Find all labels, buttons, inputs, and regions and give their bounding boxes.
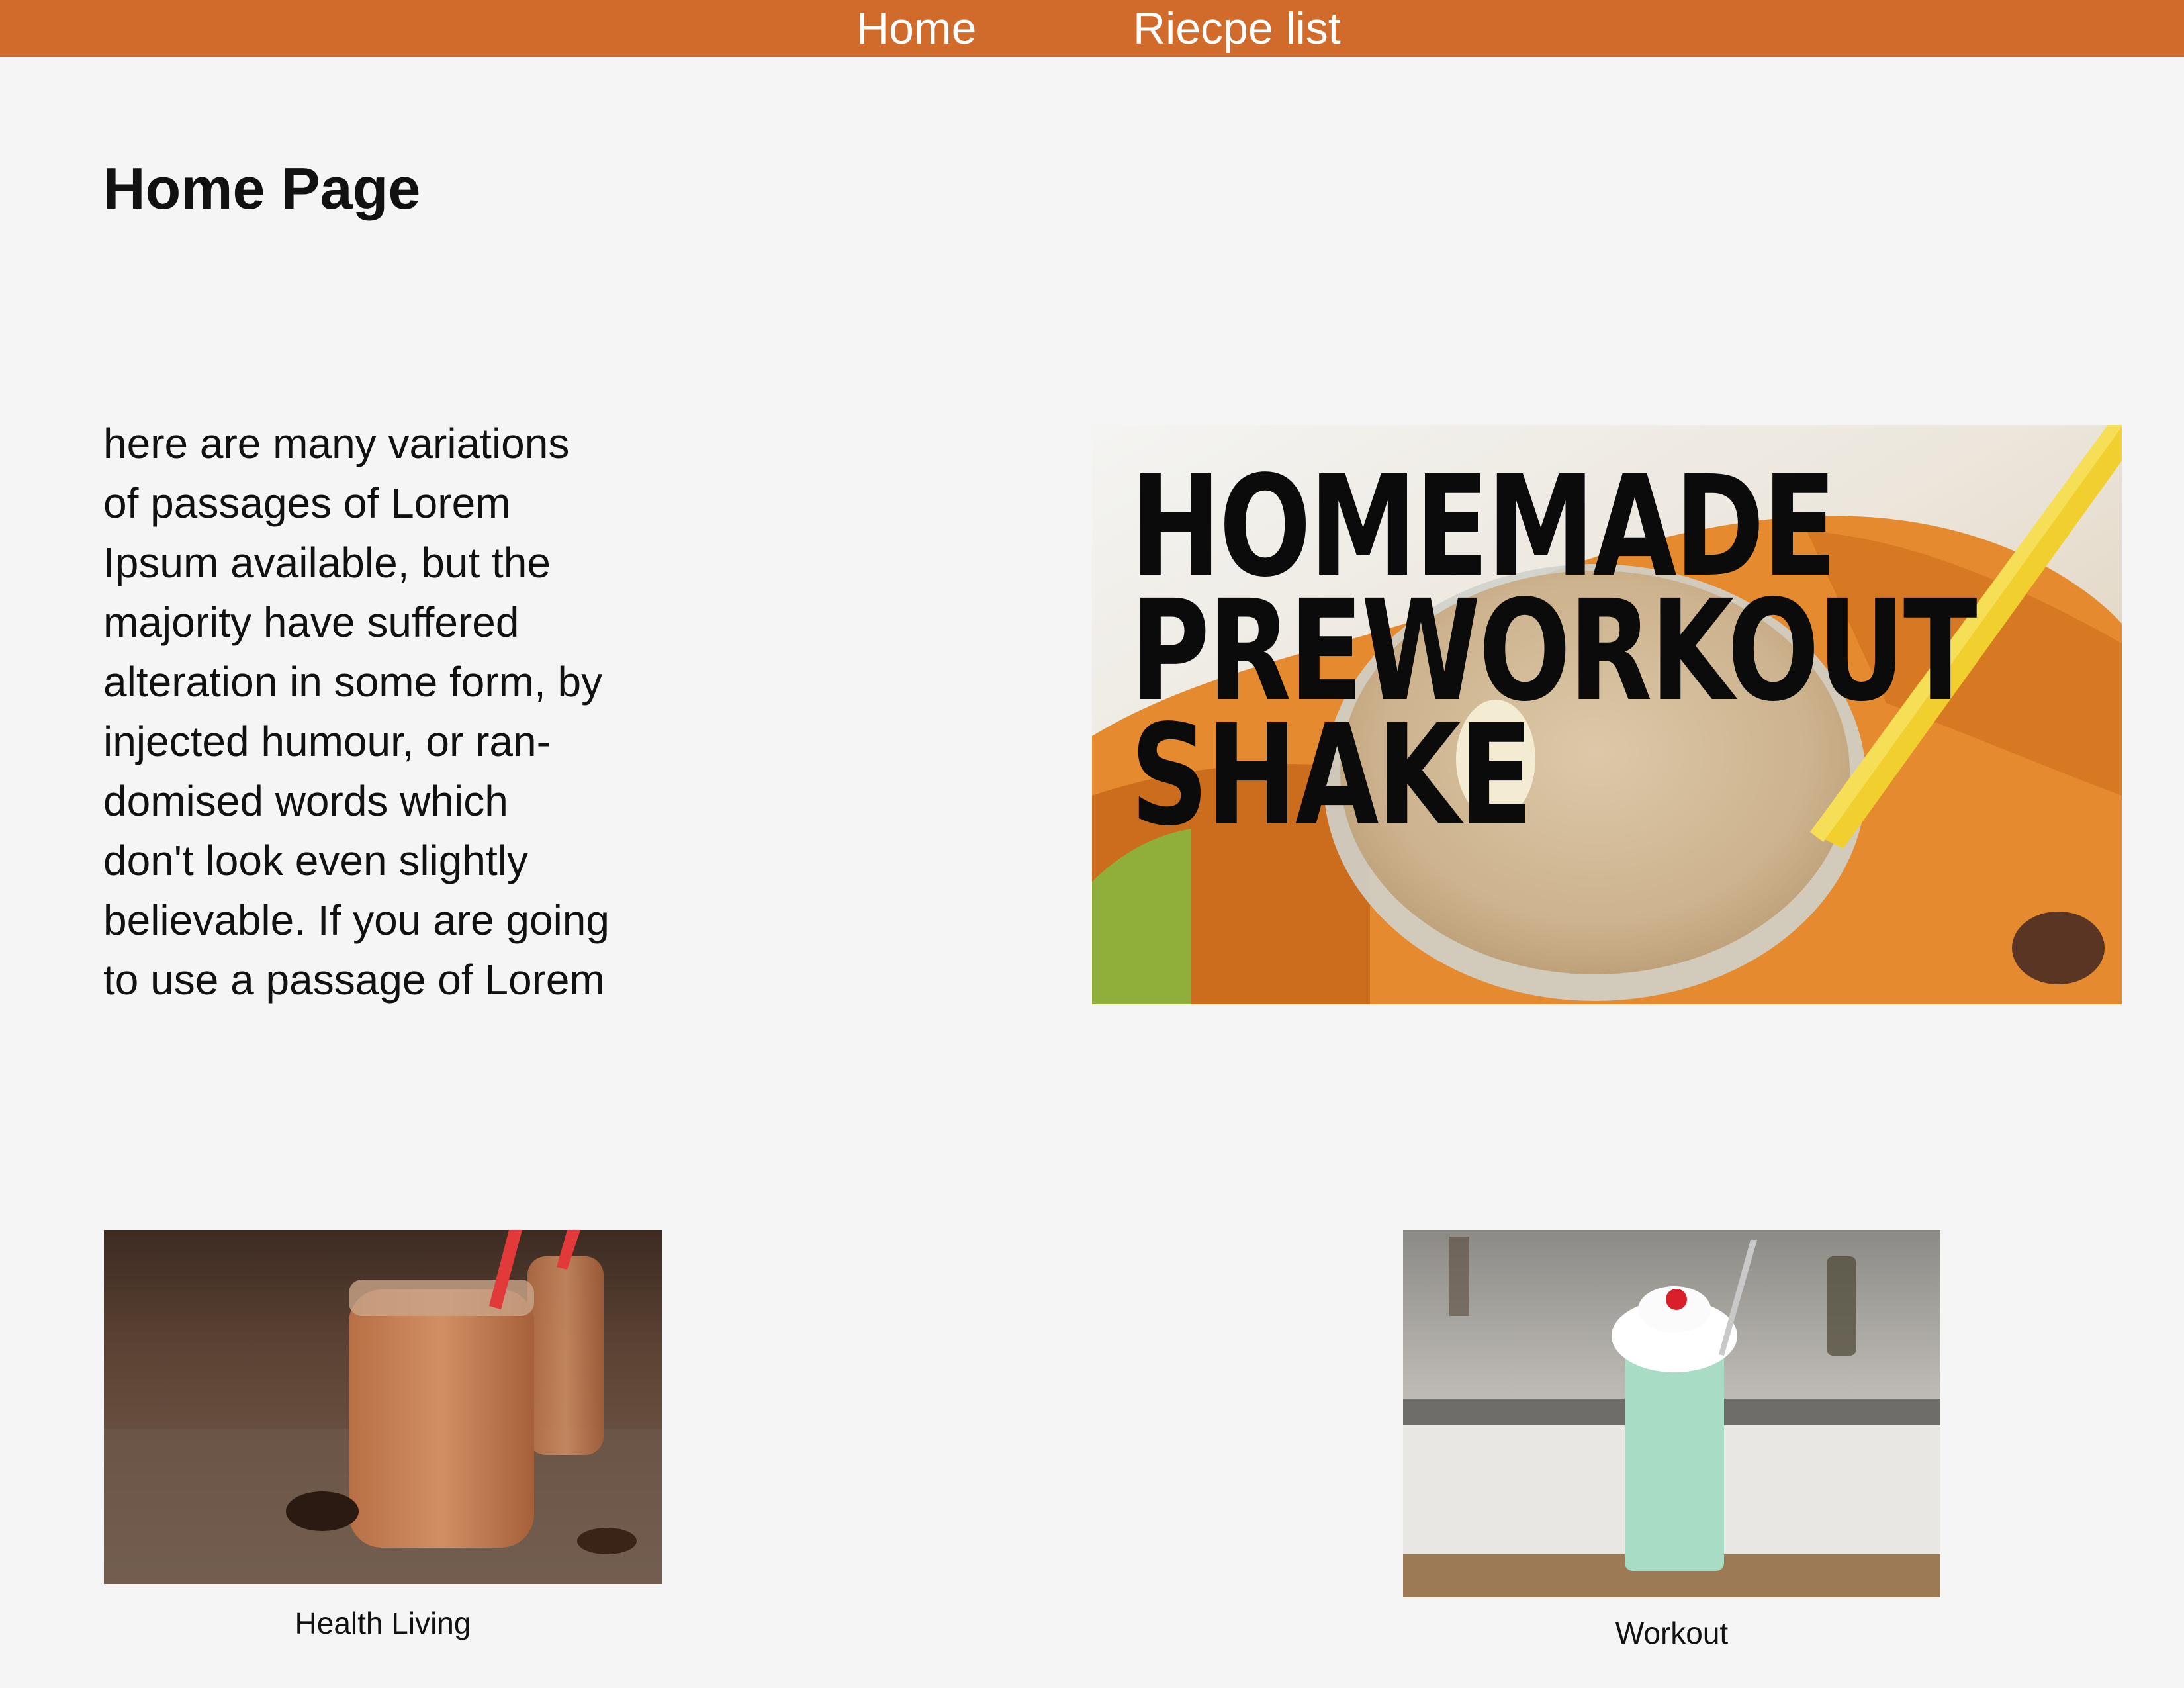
nav-recipe-list-link[interactable]: Riecpe list: [1133, 0, 1341, 57]
intro-line: injected humour, or ran-: [103, 718, 551, 765]
intro-line: don't look even slightly: [103, 837, 528, 884]
workout-image[interactable]: [1403, 1230, 1940, 1597]
hero-line: SHAKE: [1130, 694, 1533, 857]
intro-line: believable. If you are going: [103, 896, 610, 944]
intro-paragraph: here are many variations of passages of …: [103, 414, 672, 1009]
intro-line: domised words which: [103, 777, 508, 825]
health-living-image[interactable]: [104, 1230, 662, 1584]
workout-caption: Workout: [1615, 1616, 1729, 1650]
intro-line: here are many variations: [103, 420, 570, 467]
intro-line: alteration in some form, by: [103, 658, 603, 706]
top-nav-bar: Home Riecpe list: [0, 0, 2184, 57]
intro-line: Ipsum available, but the: [103, 539, 551, 586]
page-title: Home Page: [103, 156, 421, 221]
chocolate-shake-photo: [104, 1230, 662, 1584]
hero-heading: HOMEMADE PREWORKOUT SHAKE: [1130, 457, 1978, 857]
intro-line: of passages of Lorem: [103, 479, 511, 527]
mint-shake-photo: [1403, 1230, 1940, 1597]
health-living-caption: Health Living: [295, 1606, 471, 1640]
hero-banner-image[interactable]: HOMEMADE PREWORKOUT SHAKE: [1092, 425, 2122, 1004]
nav-home-link[interactable]: Home: [856, 0, 976, 57]
intro-line: to use a passage of Lorem: [103, 956, 605, 1004]
intro-line: majority have suffered: [103, 598, 520, 646]
